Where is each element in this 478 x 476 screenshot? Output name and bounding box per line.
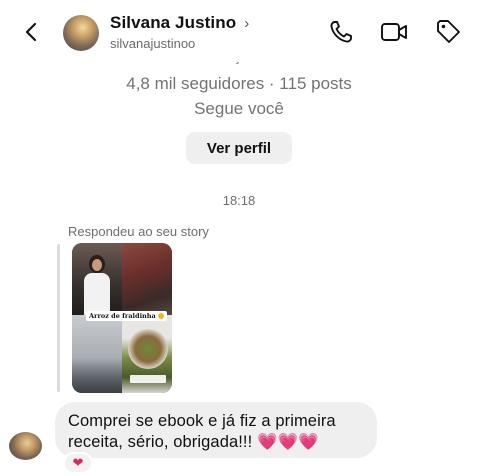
video-camera-icon[interactable] [380,19,408,45]
heart-emoji: 💗💗💗 [256,433,319,451]
back-arrow-icon[interactable] [20,20,44,44]
story-label-text: Arroz de fraldinha [89,312,156,320]
phone-icon[interactable] [328,19,356,45]
story-photo-person [72,243,122,315]
tag-icon[interactable] [435,19,463,45]
sender-avatar[interactable] [9,432,42,460]
header-avatar[interactable] [63,15,99,51]
story-photo-landscape [72,315,122,393]
contact-username: silvanajustinoo [110,36,196,51]
story-small-caption [130,375,166,383]
story-plate [128,329,168,369]
view-profile-button[interactable]: Ver perfil [186,132,292,164]
message-bubble[interactable]: Comprei se ebook e já fiz a primeira rec… [55,402,377,458]
heart-reaction-icon[interactable]: ❤ [63,452,93,474]
follows-you-label: Segue você [194,99,284,118]
story-photo-meat [122,243,172,315]
chevron-right-icon: › [244,14,250,32]
emoji-dot-icon [157,313,164,319]
story-reply-caption: Respondeu ao seu story [68,224,209,239]
person-face [92,259,102,271]
story-thumbnail[interactable]: Arroz de fraldinha [72,243,172,393]
reply-indicator-bar [57,244,60,392]
chat-header: Silvana Justino › silvanajustinoo [0,0,478,62]
header-name-row[interactable]: Silvana Justino › [110,13,249,33]
person-body [84,273,110,315]
message-timestamp: 18:18 [222,193,256,208]
story-text-label: Arroz de fraldinha [86,311,167,321]
profile-stats: 4,8 mil seguidores · 115 posts [126,74,352,93]
contact-name[interactable]: Silvana Justino [110,13,236,33]
